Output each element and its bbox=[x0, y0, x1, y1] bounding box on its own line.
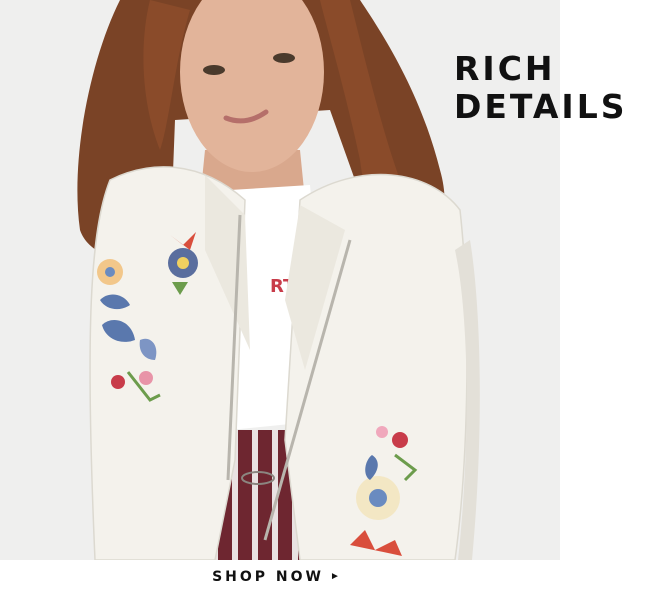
play-triangle-icon: ► bbox=[330, 571, 340, 582]
headline-line-2: DETAILS bbox=[454, 87, 628, 126]
shop-now-label: SHOP NOW bbox=[212, 569, 324, 585]
headline-line-1: RICH bbox=[454, 49, 556, 88]
promo-banner: RT RICH DETAILS SHOP NOW ► bbox=[0, 0, 656, 592]
shop-now-button[interactable]: SHOP NOW ► bbox=[0, 562, 552, 592]
headline: RICH DETAILS bbox=[454, 50, 654, 126]
